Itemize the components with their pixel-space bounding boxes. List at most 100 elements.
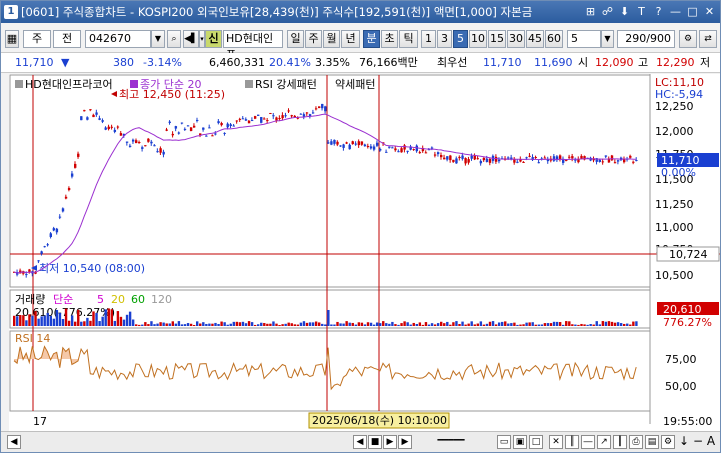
volume-bar (263, 323, 266, 326)
volume-bar (144, 322, 147, 326)
volume-bar (311, 322, 315, 326)
scroll-left-icon[interactable]: ◀ (7, 435, 21, 449)
candle-body (394, 148, 397, 151)
zoom-fit-icon[interactable]: ▣ (513, 435, 527, 449)
candle-body (290, 115, 293, 117)
interval-dropdown-icon[interactable]: ▼ (601, 30, 614, 48)
minute-45[interactable]: 45 (526, 30, 544, 48)
zoom-out-icon[interactable]: ▭ (497, 435, 511, 449)
period-week[interactable]: 주 (305, 30, 322, 48)
minute-30[interactable]: 30 (507, 30, 525, 48)
volume-bar (354, 324, 357, 326)
candle-body (473, 155, 476, 160)
help-icon[interactable]: ? (651, 4, 666, 19)
volume-bar (501, 321, 504, 326)
volume-bar (366, 322, 370, 326)
last-button[interactable]: ▶ (398, 435, 412, 449)
minute-10[interactable]: 10 (469, 30, 487, 48)
volume-bar (189, 323, 193, 326)
candle-body (104, 127, 107, 130)
volume-bar (586, 324, 589, 326)
zoom-slider[interactable]: ━━━━━ (421, 435, 481, 449)
period-month[interactable]: 월 (323, 30, 340, 48)
layout-icon[interactable]: ⊞ (583, 4, 598, 19)
market-select[interactable]: 주 (23, 30, 51, 48)
maximize-button[interactable]: □ (685, 4, 700, 19)
volume-bar (342, 323, 345, 326)
candle-body (629, 155, 632, 158)
down-arrow-icon-2[interactable]: ↓ (677, 435, 691, 449)
font-smaller[interactable]: − (691, 435, 705, 449)
play-button[interactable]: ▶ (383, 435, 397, 449)
candle-body (632, 161, 635, 163)
window-number: 1 (4, 5, 18, 19)
close-button[interactable]: ✕ (702, 4, 717, 19)
save-icon[interactable]: ▤ (645, 435, 659, 449)
price-panel-frame (9, 74, 651, 288)
period-tick[interactable]: 틱 (399, 30, 418, 48)
candle-body (135, 140, 138, 144)
zoom-icon[interactable]: ⌕ (167, 30, 181, 48)
candle-body (250, 120, 254, 122)
bars-icon[interactable]: ║ (565, 435, 579, 449)
candle-body (125, 141, 129, 143)
candle-body (253, 116, 257, 119)
arrow-down-icon[interactable]: ⬇ (617, 4, 632, 19)
period-second[interactable]: 초 (381, 30, 398, 48)
period-day[interactable]: 일 (287, 30, 304, 48)
chart-area[interactable]: 12,250 12,000 11,750 11,500 11,250 11,00… (9, 74, 720, 431)
settings-icon[interactable]: ⚙ (679, 30, 697, 48)
volume-bar (455, 321, 458, 326)
volume-bar (64, 308, 68, 326)
volume-bar (452, 322, 455, 326)
period-minute[interactable]: 분 (363, 30, 380, 48)
font-icon[interactable]: T (634, 4, 649, 19)
pin-icon[interactable]: ☍ (600, 4, 615, 19)
price-chart[interactable]: 12,250 12,000 11,750 11,500 11,250 11,00… (9, 74, 720, 431)
candle-body (174, 126, 178, 129)
candle-body (525, 157, 528, 159)
volume-bar (629, 324, 632, 326)
first-button[interactable]: ◀ (353, 435, 367, 449)
volume-bar (159, 322, 162, 326)
interval-input[interactable]: 5 (567, 30, 601, 48)
volume-bar (598, 324, 601, 326)
box-icon[interactable]: □ (529, 435, 543, 449)
candle-body (598, 159, 601, 162)
minute-3[interactable]: 3 (437, 30, 452, 48)
candle-body (159, 148, 162, 153)
prev-button[interactable]: ■ (368, 435, 382, 449)
cross-icon[interactable]: ✕ (549, 435, 563, 449)
rsi-pattern-swatch (245, 80, 253, 88)
stock-legend: HD현대인프라코어 (25, 78, 113, 91)
settings-icon-2[interactable]: ⚙ (661, 435, 675, 449)
speaker-icon[interactable]: ◀▌ (183, 30, 199, 48)
candle-body (339, 145, 342, 147)
minute-1[interactable]: 1 (421, 30, 436, 48)
line-icon[interactable]: ― (581, 435, 595, 449)
stock-code-input[interactable]: 042670 (85, 30, 151, 48)
minute-15[interactable]: 15 (488, 30, 506, 48)
candle-icon[interactable]: ┃ (613, 435, 627, 449)
volume-bar (516, 324, 519, 326)
chart-icon[interactable]: ↗ (597, 435, 611, 449)
grid-icon[interactable]: ▦ (5, 30, 19, 48)
volume-ma120: 120 (151, 293, 172, 306)
print-icon[interactable]: ⎙ (629, 435, 643, 449)
volume-bar (604, 321, 608, 326)
count-input[interactable]: 290/900 (617, 30, 675, 48)
font-larger[interactable]: A (704, 435, 718, 449)
period-year[interactable]: 년 (341, 30, 360, 48)
code-search-icon[interactable]: ▼ (151, 30, 165, 48)
volume-bar (616, 322, 620, 326)
candle-body (110, 126, 113, 128)
volume-bar (86, 317, 89, 326)
tools-icon[interactable]: ⇄ (699, 30, 717, 48)
type-select[interactable]: 전 (53, 30, 81, 48)
minute-60[interactable]: 60 (545, 30, 563, 48)
minute-5[interactable]: 5 (453, 30, 468, 48)
price-tick-12000: 12,000 (655, 125, 694, 138)
minimize-button[interactable]: — (668, 4, 683, 19)
new-badge: 신 (205, 30, 222, 48)
candle-body (528, 155, 531, 157)
